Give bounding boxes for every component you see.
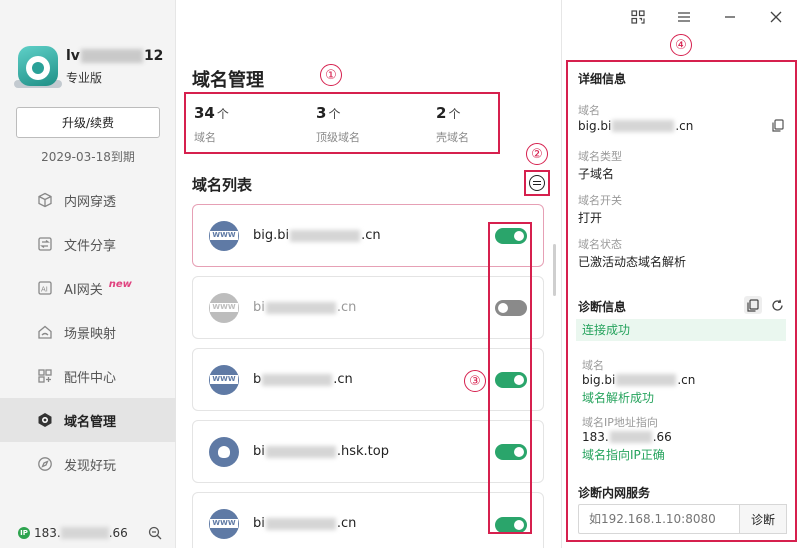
stat-number: 2 — [436, 104, 447, 122]
www-icon: WWW — [209, 508, 239, 539]
stat-number: 3 — [316, 104, 327, 122]
home-icon — [36, 323, 54, 341]
annotation-4: ④ — [670, 34, 692, 56]
user-name-prefix: lv — [66, 48, 80, 64]
sidebar-item-label: 发现好玩 — [64, 458, 117, 474]
filter-icon — [529, 175, 545, 191]
user-name-redacted — [80, 49, 143, 63]
ip-redacted — [60, 527, 109, 539]
stat-domains: 34 个 域名 — [194, 104, 229, 145]
sidebar-item-file-share[interactable]: 文件分享 — [0, 222, 176, 266]
www-icon: WWW — [209, 220, 239, 251]
user-name-suffix: 12 — [143, 48, 164, 64]
shield-domain-icon — [209, 436, 239, 467]
zoom-icon[interactable] — [148, 526, 162, 543]
edition-label: 专业版 — [66, 71, 103, 85]
svg-text:AI: AI — [41, 286, 48, 294]
close-icon[interactable] — [767, 8, 785, 26]
stat-unit: 个 — [448, 107, 461, 121]
ip-icon: IP — [18, 527, 30, 539]
discover-icon — [36, 455, 54, 473]
menu-icon[interactable] — [675, 8, 693, 26]
domain-name: b .cn — [253, 372, 353, 387]
ip-prefix: 183. — [34, 526, 61, 540]
annotation-2: ② — [526, 143, 548, 165]
sidebar-item-ai-gateway[interactable]: AI AI网关 new — [0, 266, 176, 310]
sidebar-item-label: 配件中心 — [64, 370, 117, 386]
ip-suffix: .66 — [108, 526, 128, 540]
expire-date: 2029-03-18到期 — [41, 150, 135, 164]
user-name: lv 12 — [66, 48, 166, 64]
sidebar-item-label: 场景映射 — [64, 326, 117, 342]
grid-icon — [36, 367, 54, 385]
cube-icon — [36, 191, 54, 209]
stat-label: 顶级域名 — [316, 131, 360, 144]
sidebar-item-intranet[interactable]: 内网穿透 — [0, 178, 176, 222]
sidebar-item-accessories[interactable]: 配件中心 — [0, 354, 176, 398]
domain-name: big.bi .cn — [253, 228, 381, 243]
sidebar-item-label: 域名管理 — [64, 414, 117, 430]
www-icon: WWW — [209, 292, 239, 323]
stat-label: 域名 — [194, 131, 216, 144]
titlebar — [561, 0, 800, 34]
domain-icon — [36, 411, 54, 429]
stat-top-level-domains: 3个 顶级域名 — [316, 104, 360, 145]
page-title: 域名管理 — [192, 70, 264, 91]
filter-button[interactable] — [524, 170, 550, 196]
sidebar-item-label: 内网穿透 — [64, 194, 117, 210]
sidebar: lv 12 专业版 升级/续费 2029-03-18到期 内网穿透 文件分享 AI… — [0, 0, 176, 548]
sidebar-nav: 内网穿透 文件分享 AI AI网关 new 场景映射 配件中心 域名管理 发现好… — [0, 178, 176, 486]
stat-unit: 个 — [328, 107, 341, 121]
domain-name: bi .cn — [253, 300, 357, 315]
new-badge: new — [108, 278, 132, 290]
ai-icon: AI — [36, 279, 54, 297]
annotation-3: ③ — [464, 370, 486, 392]
list-scrollbar[interactable] — [553, 244, 556, 296]
sidebar-item-discover[interactable]: 发现好玩 — [0, 442, 176, 486]
stat-label: 壳域名 — [436, 131, 469, 144]
public-ip: IP 183. .66 — [18, 526, 128, 540]
annotation-1: ① — [320, 64, 342, 86]
stat-unit: 个 — [216, 107, 229, 121]
stat-shell-domains: 2个 壳域名 — [436, 104, 469, 145]
upgrade-button[interactable]: 升级/续费 — [16, 107, 160, 138]
domain-name: bi .cn — [253, 516, 357, 531]
stat-number: 34 — [194, 104, 215, 122]
sidebar-item-domain-management[interactable]: 域名管理 — [0, 398, 176, 442]
domain-name: bi .hsk.top — [253, 444, 389, 459]
domain-list-title: 域名列表 — [192, 176, 253, 194]
stats-box: 34 个 域名 3个 顶级域名 2个 壳域名 — [184, 92, 500, 154]
toggle-highlight-box — [488, 222, 532, 534]
sidebar-item-label: 文件分享 — [64, 238, 117, 254]
detail-highlight-box — [566, 60, 797, 542]
qr-code-icon[interactable] — [629, 8, 647, 26]
www-icon: WWW — [209, 364, 239, 395]
file-share-icon — [36, 235, 54, 253]
sidebar-item-scene-mapping[interactable]: 场景映射 — [0, 310, 176, 354]
app-logo-icon — [18, 46, 58, 86]
minimize-icon[interactable] — [721, 8, 739, 26]
sidebar-item-label: AI网关 — [64, 282, 103, 298]
